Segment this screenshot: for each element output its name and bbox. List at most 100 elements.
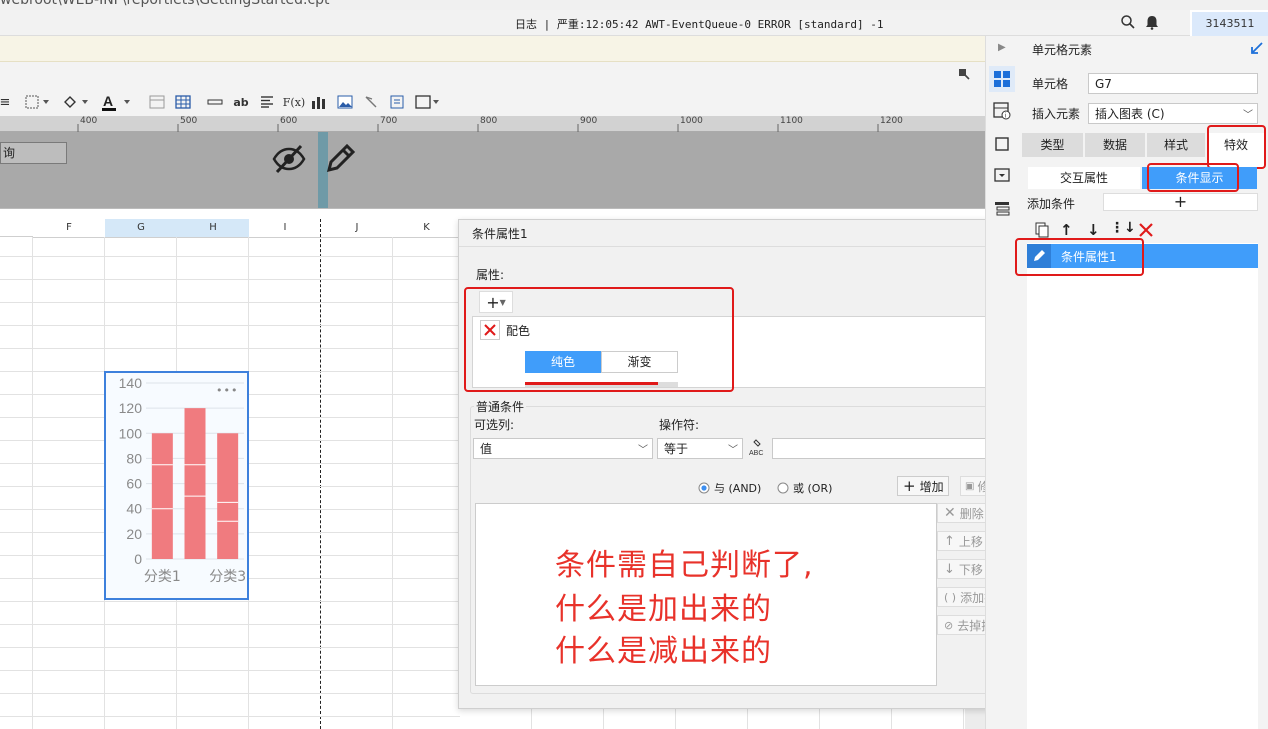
info-strip <box>0 36 985 62</box>
or-radio[interactable]: 或 (OR) <box>777 480 832 496</box>
parameter-panel <box>0 132 985 208</box>
grid-line <box>0 670 460 671</box>
y-tick-label: 0 <box>134 551 142 567</box>
layer-icon[interactable] <box>994 200 1010 219</box>
scroll-strip-progress <box>525 382 658 385</box>
subtab-conditional-display[interactable]: 条件显示 <box>1142 167 1257 189</box>
value-input[interactable] <box>772 438 1011 459</box>
copy-icon[interactable] <box>1034 222 1050 241</box>
attr-add-button[interactable]: + ▼ <box>479 291 513 313</box>
chevron-down-icon: ▼ <box>499 297 506 307</box>
page-break-line <box>320 219 321 729</box>
tab-data[interactable]: 数据 <box>1085 133 1145 157</box>
hide-eye-icon[interactable] <box>272 143 306 178</box>
sub-report-icon[interactable] <box>388 91 406 113</box>
tab-type[interactable]: 类型 <box>1022 133 1083 157</box>
query-button[interactable]: 询 <box>0 142 67 164</box>
fill-color-icon[interactable] <box>62 91 92 113</box>
add-condition-label: 添加条件 <box>1027 197 1076 211</box>
table-icon[interactable] <box>174 91 192 113</box>
border-icon[interactable] <box>24 91 52 113</box>
seg-solid-button[interactable]: 纯色 <box>525 351 601 373</box>
freeze-icon[interactable] <box>148 91 166 113</box>
operator-label: 操作符: <box>659 418 700 432</box>
plus-icon: + <box>486 292 500 312</box>
and-radio[interactable]: 与 (AND) <box>698 480 761 496</box>
grid-line <box>0 279 460 280</box>
image-icon[interactable] <box>336 91 354 113</box>
ruler-tick: 800 <box>480 116 498 126</box>
condition-list-item[interactable]: 条件属性1 <box>1027 244 1258 268</box>
grid-line <box>0 624 460 625</box>
delete-attr-button[interactable] <box>480 320 500 340</box>
operator-select[interactable]: 等于 ﹀ <box>657 438 743 459</box>
tab-effects[interactable]: 特效 <box>1207 133 1265 169</box>
insert-select[interactable]: 插入图表 (C) ﹀ <box>1088 103 1258 124</box>
align-icon[interactable]: ≡ <box>0 91 10 113</box>
font-color-icon[interactable]: A <box>100 91 134 113</box>
move-up-icon[interactable]: ↑ <box>1060 221 1073 239</box>
chevron-down-icon: ﹀ <box>1243 110 1253 121</box>
slash-icon[interactable] <box>362 91 380 113</box>
move-bottom-icon[interactable]: ⋮↓ <box>1110 220 1136 236</box>
modify-icon: ▣ <box>965 480 975 492</box>
chevron-down-icon: ﹀ <box>638 445 648 456</box>
column-header-k[interactable]: K <box>393 219 461 238</box>
ruler-tick: 400 <box>80 116 98 126</box>
value-type-icon[interactable]: ABC <box>748 438 770 461</box>
y-tick-label: 100 <box>119 425 143 441</box>
plus-icon: + <box>1173 192 1188 211</box>
cell-element-tool[interactable] <box>989 66 1015 92</box>
frame-icon[interactable] <box>414 91 442 113</box>
expand-arrow-icon[interactable]: ▶ <box>998 42 1006 53</box>
cell-attr-icon[interactable]: i <box>993 102 1011 123</box>
widget-icon[interactable] <box>994 168 1010 185</box>
user-badge[interactable]: 3143511 <box>1192 12 1268 36</box>
y-tick-label: 60 <box>126 476 142 492</box>
y-tick-label: 20 <box>126 526 142 542</box>
grid-line <box>32 237 33 729</box>
property-panel-title: 单元格元素 <box>1032 43 1093 57</box>
textbox-icon[interactable] <box>206 91 224 113</box>
edit-pencil-icon[interactable] <box>323 142 357 179</box>
cell-input[interactable]: G7 <box>1088 73 1258 94</box>
column-header-i[interactable]: I <box>249 219 322 238</box>
bar <box>151 433 173 559</box>
grid-line <box>0 325 460 326</box>
column-header-g[interactable]: G <box>105 219 178 238</box>
column-header-f[interactable]: F <box>33 219 106 238</box>
close-icon: ✕ <box>944 505 956 521</box>
search-icon[interactable] <box>1120 14 1136 33</box>
seg-gradient-button[interactable]: 渐变 <box>601 351 678 373</box>
annotation-line: 条件需自己判断了, <box>555 548 814 583</box>
subtab-interaction[interactable]: 交互属性 <box>1028 167 1140 189</box>
ruler-tick: 1200 <box>880 116 903 126</box>
bar <box>184 408 206 559</box>
add-condition-plus-button[interactable]: + <box>1103 193 1258 211</box>
dialog-title-divider <box>459 246 1025 247</box>
svg-text:A: A <box>103 93 113 109</box>
remove-paren-icon: ⊘ <box>944 618 954 632</box>
paragraph-icon[interactable] <box>258 91 276 113</box>
bell-icon[interactable] <box>1145 14 1159 33</box>
column-header-h[interactable]: H <box>177 219 250 238</box>
collapse-icon[interactable] <box>958 68 970 83</box>
title-bar: webroot\WEB-INF\reportlets\GettingStarte… <box>0 0 1268 10</box>
float-element-icon[interactable] <box>994 136 1010 155</box>
log-message[interactable]: 日志 | 严重:12:05:42 AWT-EventQueue-0 ERROR … <box>515 16 884 32</box>
bar-chart-icon[interactable] <box>310 91 328 113</box>
move-down-icon[interactable]: ↓ <box>1087 221 1100 239</box>
dialog-title: 条件属性1 <box>472 227 528 241</box>
y-tick-label: 80 <box>126 450 142 466</box>
column-select[interactable]: 值 ﹀ <box>473 438 653 459</box>
add-condition-button[interactable]: + 增加 <box>897 476 949 496</box>
pin-arrow-icon[interactable] <box>1250 41 1264 58</box>
delete-icon[interactable] <box>1138 222 1154 241</box>
tab-style[interactable]: 样式 <box>1147 133 1205 157</box>
x-tick-label: 分类3 <box>209 569 246 585</box>
column-header-j[interactable]: J <box>321 219 394 238</box>
formula-icon[interactable]: F(x) <box>283 91 305 113</box>
text-ab-icon[interactable]: ab <box>232 91 250 113</box>
ruler-tick: 700 <box>380 116 398 126</box>
cell-label: 单元格 <box>1032 77 1069 91</box>
